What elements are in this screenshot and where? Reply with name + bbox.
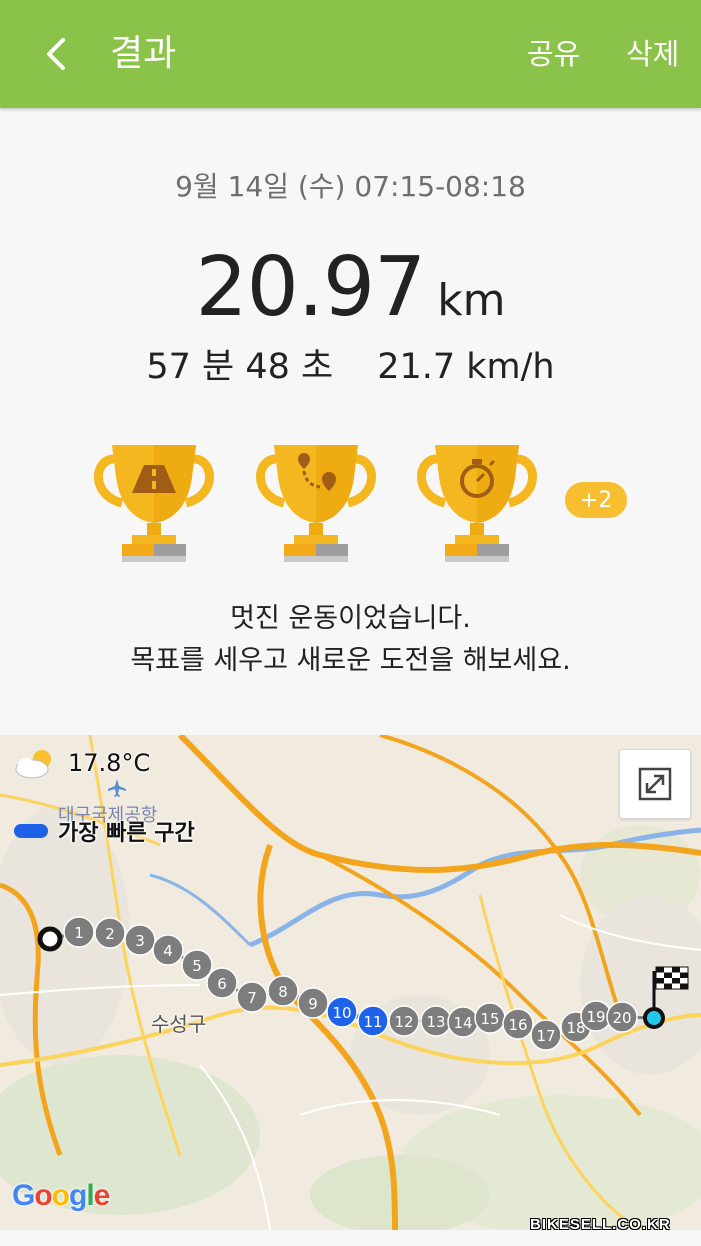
split-marker-11: 11 bbox=[357, 1005, 389, 1037]
route-trophy-icon[interactable] bbox=[254, 437, 378, 563]
duration: 57 분 48 초 bbox=[146, 347, 334, 387]
distance-unit: km bbox=[437, 275, 506, 326]
svg-text:19: 19 bbox=[586, 1008, 605, 1026]
split-marker-13: 13 bbox=[420, 1005, 452, 1037]
stopwatch-trophy-icon[interactable] bbox=[415, 437, 539, 563]
weather-temperature: 17.8°C bbox=[68, 749, 151, 777]
split-marker-10: 10 bbox=[326, 996, 358, 1028]
split-marker-9: 9 bbox=[297, 987, 329, 1019]
chevron-left-icon bbox=[47, 38, 65, 70]
svg-text:15: 15 bbox=[480, 1010, 499, 1028]
more-trophies-badge[interactable]: +2 bbox=[565, 482, 627, 518]
svg-text:4: 4 bbox=[163, 942, 173, 960]
delete-button[interactable]: 삭제 bbox=[626, 30, 679, 78]
svg-text:17: 17 bbox=[536, 1027, 555, 1045]
legend-swatch bbox=[14, 824, 48, 838]
expand-icon bbox=[638, 767, 672, 801]
message-line-1: 멋진 운동이었습니다. bbox=[230, 603, 471, 634]
split-marker-5: 5 bbox=[181, 949, 213, 981]
share-button[interactable]: 공유 bbox=[527, 30, 580, 78]
svg-text:1: 1 bbox=[74, 924, 84, 942]
split-marker-14: 14 bbox=[447, 1006, 479, 1038]
district-label: 수성구 bbox=[151, 1012, 207, 1036]
weather-info: 17.8°C bbox=[14, 747, 150, 779]
split-marker-4: 4 bbox=[152, 934, 184, 966]
encouragement-message: 멋진 운동이었습니다. 목표를 세우고 새로운 도전을 해보세요. bbox=[0, 598, 701, 682]
fastest-segment-legend: 가장 빠른 구간 bbox=[14, 815, 195, 847]
split-marker-8: 8 bbox=[267, 975, 299, 1007]
sub-stats: 57 분 48 초 21.7 km/h bbox=[0, 342, 701, 392]
distance-value: 20.97 bbox=[195, 240, 426, 335]
back-button[interactable] bbox=[28, 24, 84, 84]
svg-text:11: 11 bbox=[363, 1013, 382, 1031]
svg-text:3: 3 bbox=[135, 932, 145, 950]
svg-text:6: 6 bbox=[217, 975, 227, 993]
split-marker-6: 6 bbox=[206, 967, 238, 999]
route-map[interactable]: 1 2 3 4 5 6 7 8 9 10 11 12 13 14 15 16 17 18 19 20 17.8°C 대… bbox=[0, 735, 701, 1230]
svg-text:20: 20 bbox=[612, 1009, 631, 1027]
split-marker-16: 16 bbox=[502, 1008, 534, 1040]
watermark: BIKESELL.CO.KR bbox=[530, 1216, 671, 1233]
message-line-2: 목표를 세우고 새로운 도전을 해보세요. bbox=[130, 645, 571, 676]
google-logo: Google bbox=[12, 1179, 110, 1212]
svg-text:13: 13 bbox=[426, 1013, 445, 1031]
svg-text:5: 5 bbox=[192, 957, 202, 975]
partly-cloudy-icon bbox=[15, 750, 51, 779]
workout-datetime: 9월 14일 (수) 07:15-08:18 bbox=[175, 170, 526, 203]
legend-label: 가장 빠른 구간 bbox=[58, 821, 195, 846]
split-marker-3: 3 bbox=[124, 924, 156, 956]
svg-text:8: 8 bbox=[278, 983, 288, 1001]
expand-map-button[interactable] bbox=[619, 749, 691, 819]
svg-text:10: 10 bbox=[332, 1004, 351, 1022]
svg-text:7: 7 bbox=[247, 989, 257, 1007]
airport-icon bbox=[108, 779, 126, 797]
app-bar: 결과 공유 삭제 bbox=[0, 0, 701, 108]
split-marker-17: 17 bbox=[530, 1019, 562, 1051]
split-marker-2: 2 bbox=[94, 917, 126, 949]
page-title: 결과 bbox=[110, 33, 177, 74]
svg-text:2: 2 bbox=[105, 925, 115, 943]
road-trophy-icon[interactable] bbox=[92, 437, 216, 563]
split-marker-1: 1 bbox=[63, 916, 95, 948]
split-marker-15: 15 bbox=[474, 1002, 506, 1034]
svg-text:14: 14 bbox=[453, 1014, 472, 1032]
split-marker-7: 7 bbox=[236, 981, 268, 1013]
svg-text:16: 16 bbox=[508, 1016, 527, 1034]
split-marker-20: 20 bbox=[606, 1001, 638, 1033]
distance-display: 20.97 km bbox=[0, 240, 701, 358]
svg-text:9: 9 bbox=[308, 995, 318, 1013]
split-marker-12: 12 bbox=[388, 1005, 420, 1037]
average-speed: 21.7 km/h bbox=[377, 347, 555, 387]
svg-text:12: 12 bbox=[394, 1013, 413, 1031]
